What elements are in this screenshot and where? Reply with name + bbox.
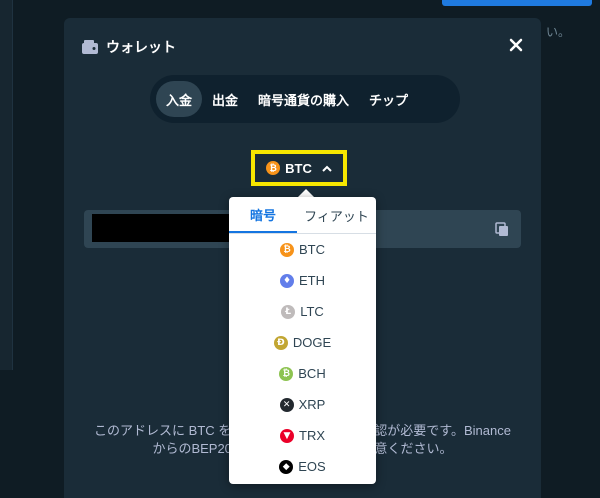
tab-crypto[interactable]: 暗号 <box>229 197 297 233</box>
currency-option-label: LTC <box>300 304 324 319</box>
currency-selector[interactable]: ₿ BTC <box>266 161 332 176</box>
tab-fiat[interactable]: フィアット <box>297 197 376 233</box>
bitcoin-cash-icon: ₿ <box>279 366 294 381</box>
dropdown-caret <box>298 189 314 197</box>
tab-withdraw[interactable]: 出金 <box>202 81 248 117</box>
bitcoin-icon: ₿ <box>280 242 294 257</box>
currency-option-label: EOS <box>298 459 326 474</box>
tron-icon: ▼ <box>280 428 294 443</box>
currency-option-label: BCH <box>298 366 326 381</box>
currency-option-btc[interactable]: ₿ BTC <box>229 234 376 265</box>
currency-list: ₿ BTC ♦ ETH Ł LTC Ð DOGE ₿ BCH ✕ XRP ▼ TRX ◆ EOS <box>229 234 376 482</box>
litecoin-icon: Ł <box>281 304 296 319</box>
redacted-address <box>92 214 232 242</box>
currency-dropdown: 暗号 フィアット ₿ BTC ♦ ETH Ł LTC Ð DOGE ₿ BCH ✕ XRP ▼ TRX ◆ E… <box>229 197 376 484</box>
bitcoin-icon: ₿ <box>266 161 281 175</box>
currency-option-trx[interactable]: ▼ TRX <box>229 420 376 451</box>
currency-option-doge[interactable]: Ð DOGE <box>229 327 376 358</box>
currency-option-label: XRP <box>298 397 326 412</box>
currency-selector-highlight: ₿ BTC <box>251 150 347 186</box>
tab-buy-crypto[interactable]: 暗号通貨の購入 <box>248 81 359 117</box>
copy-icon[interactable] <box>495 222 509 236</box>
close-icon <box>509 38 523 52</box>
chevron-up-icon <box>322 165 332 172</box>
currency-selector-label: BTC <box>285 160 312 176</box>
currency-option-label: DOGE <box>292 335 332 350</box>
modal-header: ウォレット <box>82 36 176 58</box>
close-button[interactable] <box>509 38 523 52</box>
wallet-icon <box>82 40 98 54</box>
tab-deposit[interactable]: 入金 <box>156 81 203 117</box>
currency-option-bch[interactable]: ₿ BCH <box>229 358 376 389</box>
background-panel <box>0 0 13 370</box>
currency-option-label: TRX <box>299 428 325 443</box>
currency-option-xrp[interactable]: ✕ XRP <box>229 389 376 420</box>
ethereum-icon: ♦ <box>280 273 294 288</box>
eos-icon: ◆ <box>279 459 294 474</box>
currency-option-label: BTC <box>299 242 325 257</box>
wallet-tabs: 入金 出金 暗号通貨の購入 チップ <box>150 75 460 123</box>
currency-option-ltc[interactable]: Ł LTC <box>229 296 376 327</box>
xrp-icon: ✕ <box>279 397 294 412</box>
dogecoin-icon: Ð <box>273 335 288 350</box>
modal-title: ウォレット <box>106 40 176 56</box>
background-text: い。 <box>545 25 570 39</box>
dropdown-tabs: 暗号 フィアット <box>229 197 376 234</box>
currency-option-label: ETH <box>299 273 325 288</box>
background-button <box>442 0 592 6</box>
currency-option-eth[interactable]: ♦ ETH <box>229 265 376 296</box>
tab-tip[interactable]: チップ <box>359 81 418 117</box>
currency-option-eos[interactable]: ◆ EOS <box>229 451 376 482</box>
